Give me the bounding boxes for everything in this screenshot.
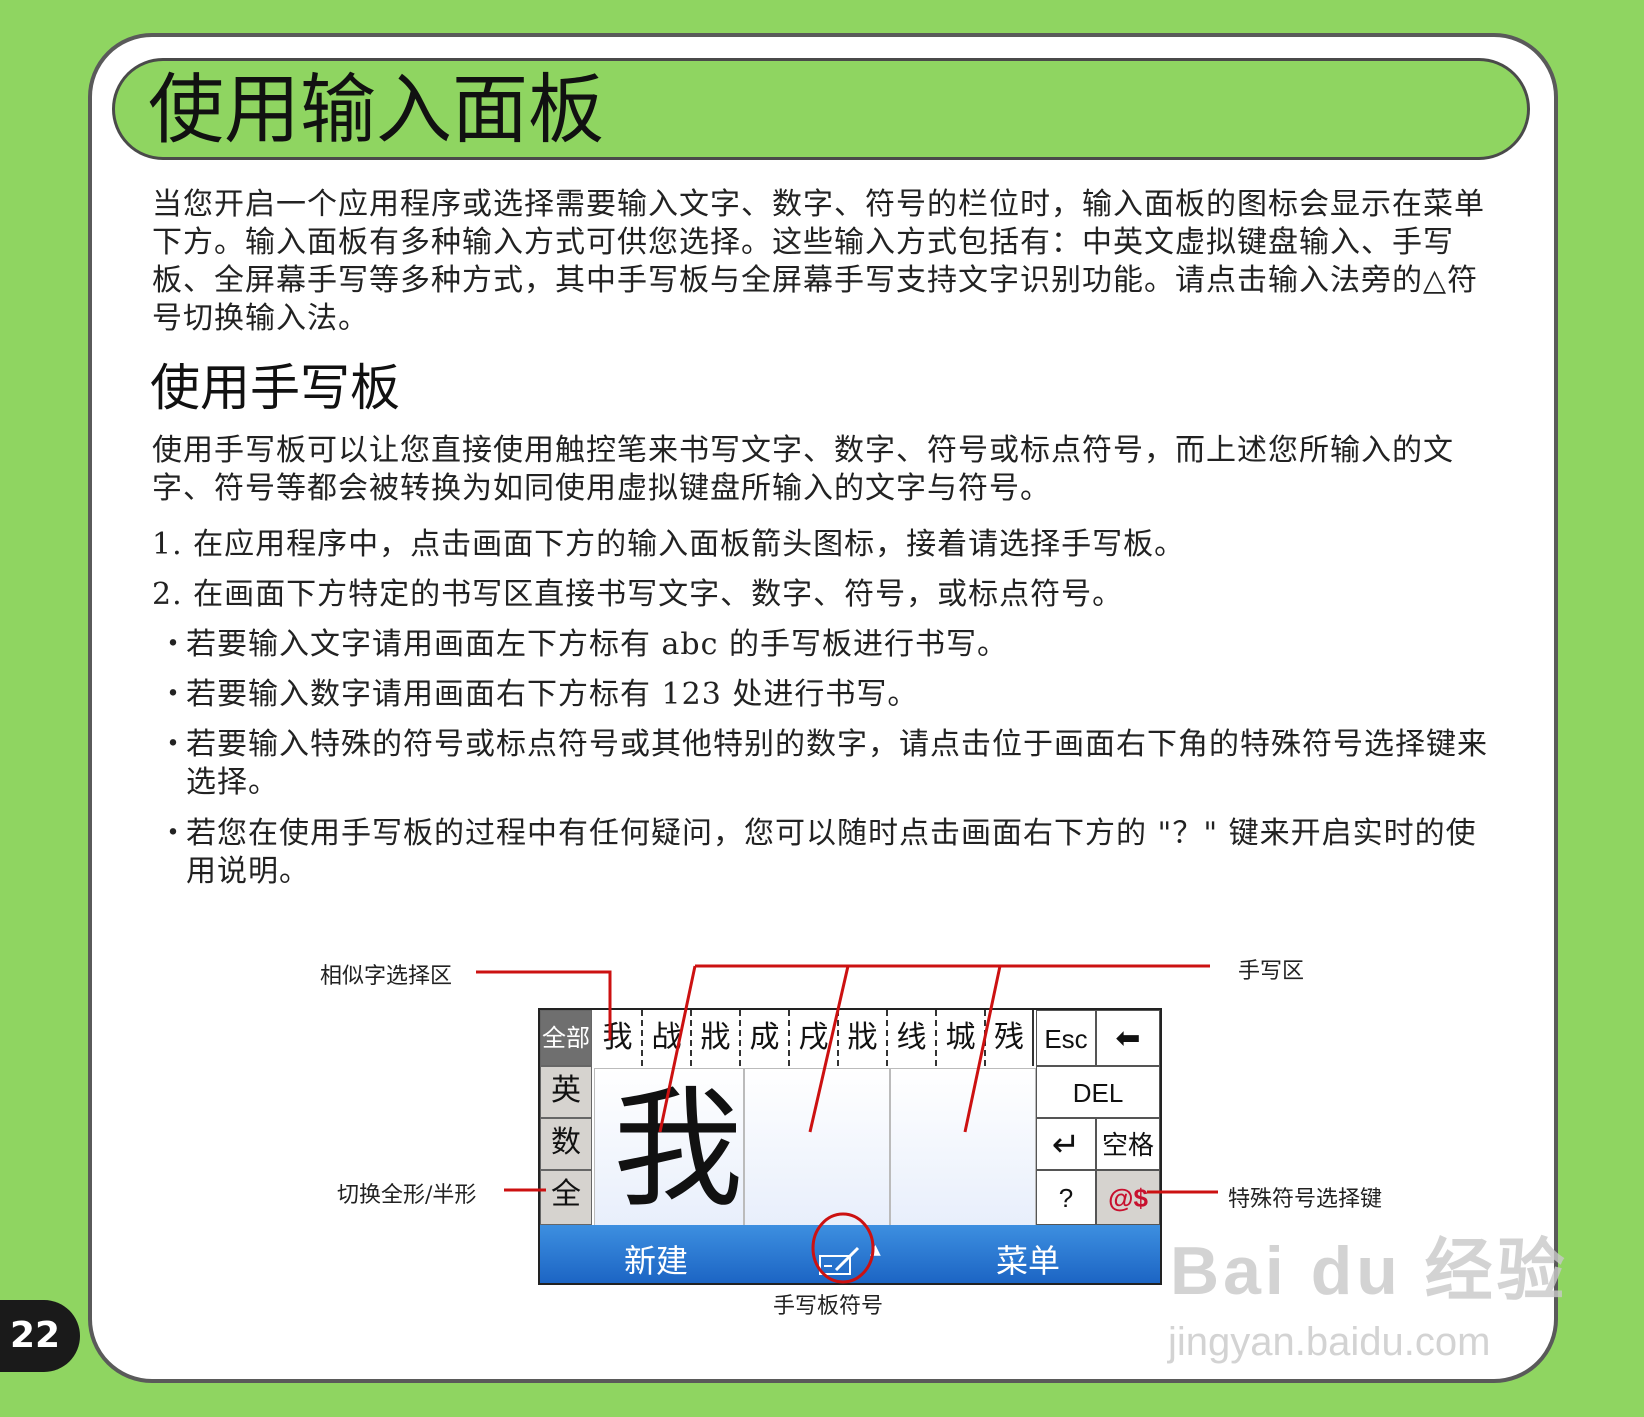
- watermark: Bai du 经验 jingyan.baidu.com: [1168, 1215, 1569, 1365]
- watermark-url: jingyan.baidu.com: [1168, 1320, 1491, 1364]
- watermark-logo: Bai du 经验: [1170, 1233, 1569, 1309]
- callout-lines: [476, 964, 1218, 1284]
- page-number-badge: 22: [0, 1300, 80, 1372]
